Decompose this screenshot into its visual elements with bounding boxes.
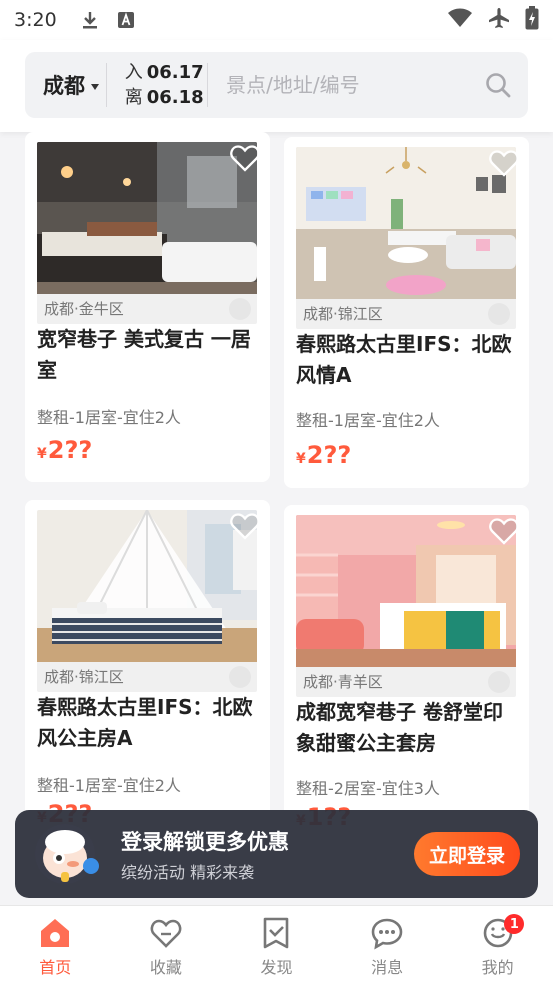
listing-title: 春熙路太古里IFS：北欧风情A — [296, 332, 512, 387]
discover-icon — [264, 917, 289, 949]
login-promo-banner: 登录解锁更多优惠 缤纷活动 精彩来袭 立即登录 — [15, 810, 538, 898]
listing-card[interactable]: 成都·金牛区 宽窄巷子 美式复古 一居室 整租-1居室-宜住2人 ¥2?? — [25, 132, 270, 482]
tab-label: 消息 — [371, 958, 404, 977]
checkin-date: 06.17 — [146, 62, 204, 83]
bottom-tab-bar: 首页 收藏 发现 消息 1 我的 — [0, 905, 553, 983]
checkout-label: 离 — [124, 87, 143, 108]
tab-home[interactable]: 首页 — [0, 906, 111, 983]
favorite-heart-icon[interactable] — [489, 149, 519, 177]
keyboard-a-icon — [115, 9, 137, 31]
listing-photo — [37, 142, 257, 294]
tab-profile[interactable]: 1 我的 — [442, 906, 553, 983]
tab-label: 发现 — [260, 958, 293, 977]
district-label: 成都·锦江区 — [44, 668, 124, 686]
listing-title: 宽窄巷子 美式复古 一居室 — [37, 327, 251, 382]
watermark-logo-icon — [229, 298, 251, 320]
tab-label: 收藏 — [149, 958, 182, 977]
district-label: 成都·青羊区 — [303, 673, 383, 691]
status-time: 3:20 — [14, 9, 57, 31]
listing-image[interactable]: 成都·锦江区 — [37, 510, 257, 692]
tab-favorites[interactable]: 收藏 — [111, 906, 222, 983]
caret-down-icon — [91, 84, 99, 90]
tab-label: 首页 — [39, 958, 72, 977]
listing-district: 成都·锦江区 — [296, 299, 516, 329]
airplane-icon — [487, 6, 511, 34]
heart-icon — [150, 919, 182, 948]
home-icon — [41, 919, 70, 947]
favorite-heart-icon[interactable] — [489, 517, 519, 545]
listing-district: 成都·青羊区 — [296, 667, 516, 697]
listing-price: ¥2?? — [296, 441, 351, 469]
listing-photo — [296, 515, 516, 667]
listing-photo — [37, 510, 257, 662]
wifi-icon — [447, 7, 473, 33]
listing-district: 成都·锦江区 — [37, 662, 257, 692]
tab-label: 我的 — [481, 958, 514, 977]
listing-district: 成都·金牛区 — [37, 294, 257, 324]
checkout-date: 06.18 — [146, 87, 204, 108]
listing-card[interactable]: 成都·锦江区 春熙路太古里IFS：北欧风情A 整租-1居室-宜住2人 ¥2?? — [284, 137, 529, 488]
tab-messages[interactable]: 消息 — [332, 906, 443, 983]
listing-image[interactable]: 成都·青羊区 — [296, 515, 516, 697]
listing-image[interactable]: 成都·锦江区 — [296, 147, 516, 329]
search-bar: 成都 入 06.17 离 06.18 — [25, 52, 528, 118]
listing-meta: 整租-2居室-宜住3人 — [296, 779, 440, 798]
watermark-logo-icon — [488, 671, 510, 693]
search-icon — [485, 73, 510, 98]
price-value: 2?? — [306, 441, 352, 469]
currency-symbol: ¥ — [296, 451, 306, 467]
notification-badge: 1 — [504, 914, 525, 934]
listing-card[interactable]: 成都·锦江区 春熙路太古里IFS：北欧风公主房A 整租-1居室-宜住2人 ¥2?… — [25, 500, 270, 828]
favorite-heart-icon[interactable] — [230, 512, 260, 540]
banner-title: 登录解锁更多优惠 — [121, 830, 289, 854]
watermark-logo-icon — [229, 666, 251, 688]
district-label: 成都·锦江区 — [303, 305, 383, 323]
download-icon — [79, 9, 101, 31]
battery-icon — [525, 6, 539, 34]
listing-price: ¥2?? — [37, 436, 92, 464]
listing-image[interactable]: 成都·金牛区 — [37, 142, 257, 324]
listing-title: 春熙路太古里IFS：北欧风公主房A — [37, 695, 253, 750]
city-selector[interactable]: 成都 — [25, 70, 106, 100]
search-input[interactable] — [208, 65, 476, 105]
favorite-heart-icon[interactable] — [230, 144, 260, 172]
currency-symbol: ¥ — [37, 446, 47, 462]
watermark-logo-icon — [488, 303, 510, 325]
city-name: 成都 — [43, 74, 85, 98]
listing-card[interactable]: 成都·青羊区 成都宽窄巷子 卷舒堂印象甜蜜公主套房 整租-2居室-宜住3人 ¥1… — [284, 505, 529, 831]
banner-subtitle: 缤纷活动 精彩来袭 — [121, 863, 255, 882]
listing-meta: 整租-1居室-宜住2人 — [296, 411, 440, 430]
listing-meta: 整租-1居室-宜住2人 — [37, 408, 181, 427]
listing-photo — [296, 147, 516, 299]
search-header: 成都 入 06.17 离 06.18 — [0, 40, 553, 132]
tab-discover[interactable]: 发现 — [221, 906, 332, 983]
search-button[interactable] — [475, 60, 520, 110]
listing-meta: 整租-1居室-宜住2人 — [37, 776, 181, 795]
message-icon — [371, 918, 403, 950]
price-value: 2?? — [47, 436, 93, 464]
district-label: 成都·金牛区 — [44, 300, 124, 318]
date-selector[interactable]: 入 06.17 离 06.18 — [107, 60, 208, 110]
login-button[interactable]: 立即登录 — [414, 832, 520, 876]
mascot-icon — [35, 824, 99, 884]
listing-title: 成都宽窄巷子 卷舒堂印象甜蜜公主套房 — [296, 700, 503, 755]
checkin-label: 入 — [124, 62, 143, 83]
status-bar: 3:20 — [0, 0, 553, 40]
